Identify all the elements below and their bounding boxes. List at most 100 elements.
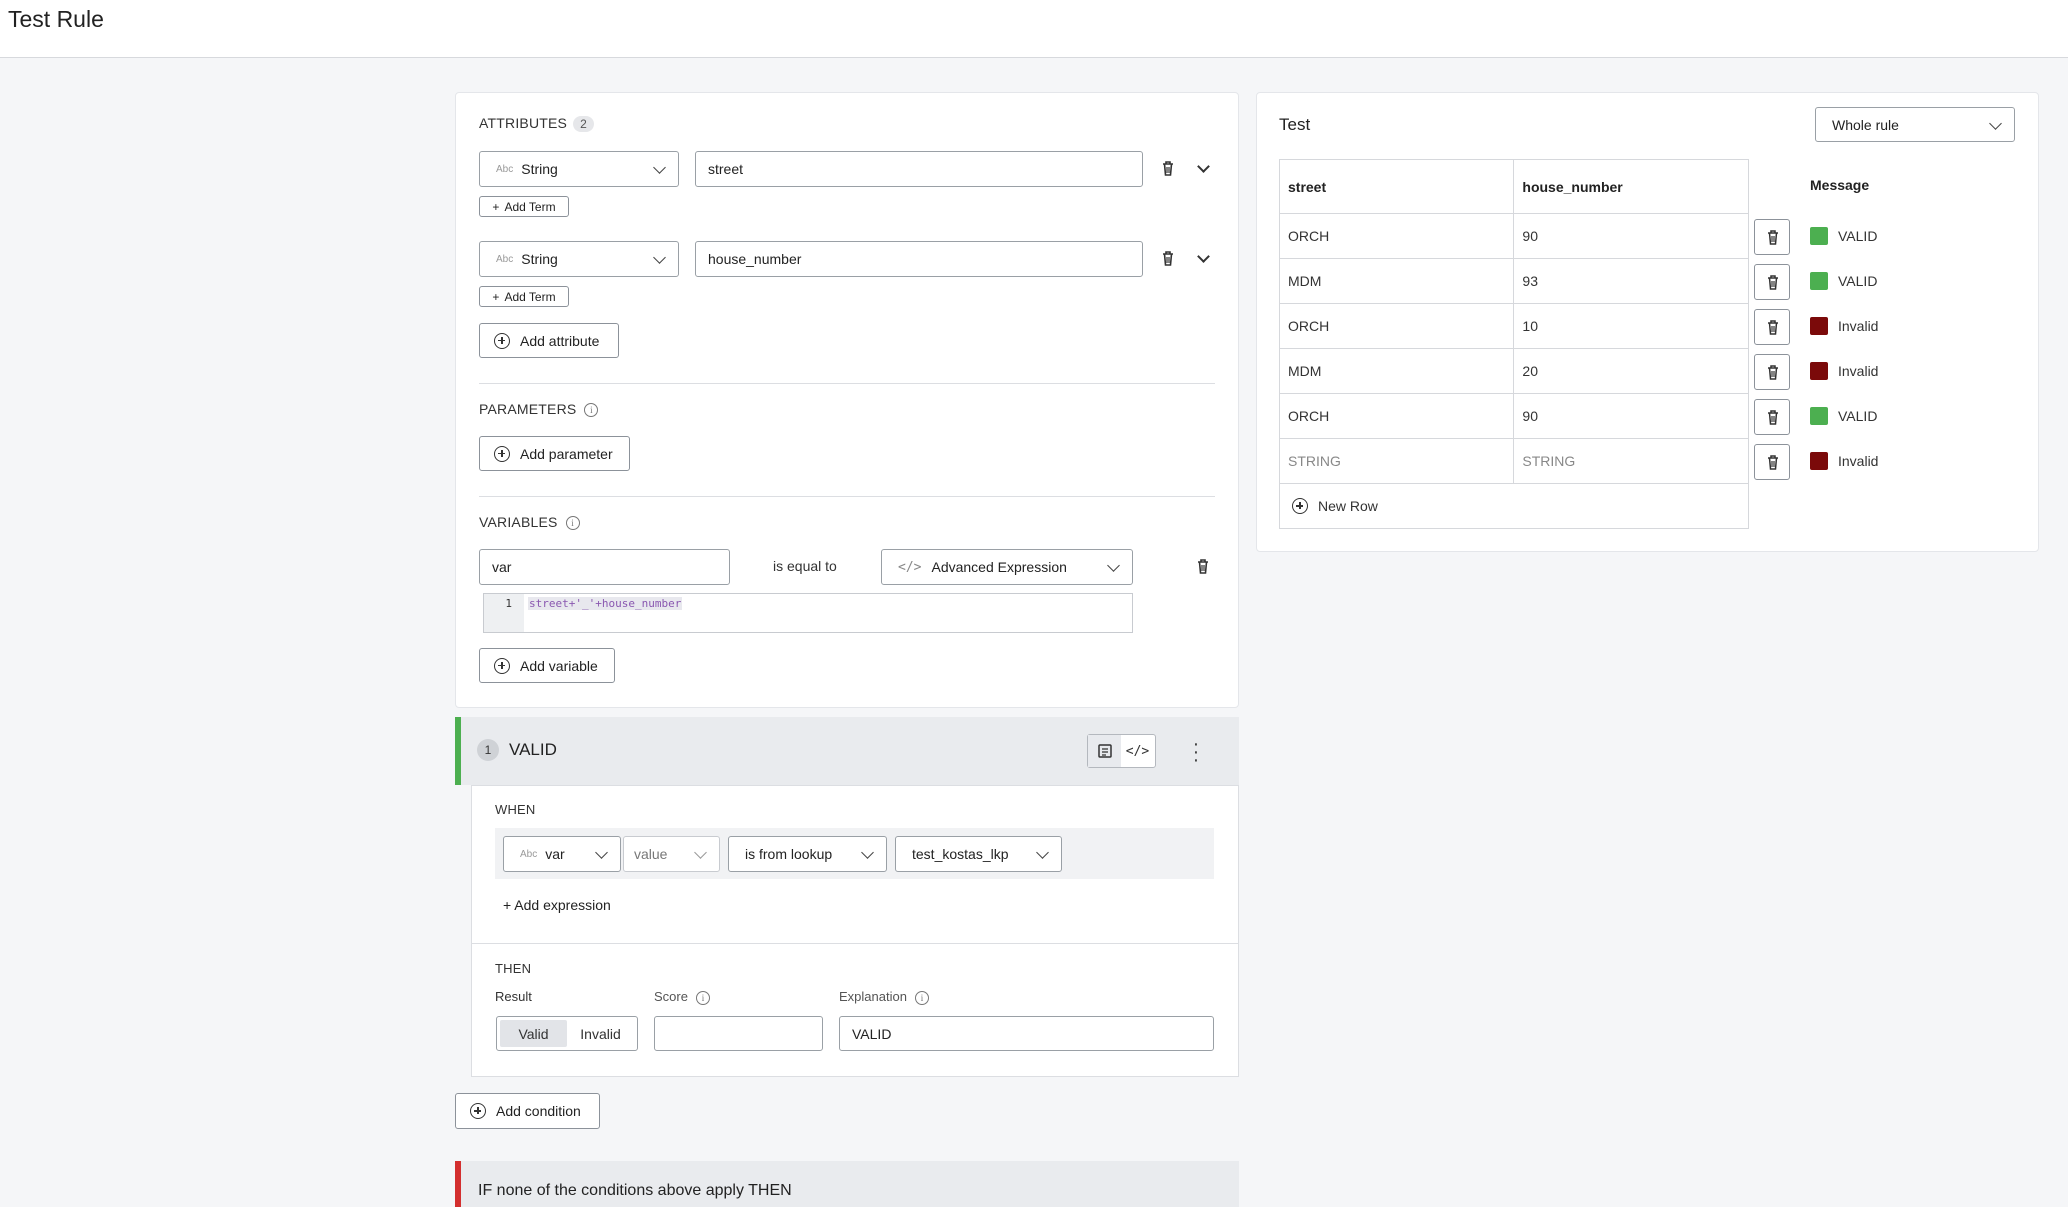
more-options-icon[interactable]: · · · [1190, 734, 1202, 770]
delete-row-button[interactable] [1754, 264, 1790, 300]
add-condition-button[interactable]: Add condition [455, 1093, 600, 1129]
condition-index-badge: 1 [477, 739, 499, 761]
status-indicator [1810, 452, 1828, 470]
add-attribute-label: Add attribute [520, 332, 600, 349]
test-result-message: Invalid [1810, 317, 1878, 335]
trash-icon [1768, 320, 1778, 335]
string-type-icon: Abc [520, 848, 538, 860]
code-gutter: 1 [484, 594, 524, 632]
chevron-down-icon [595, 846, 608, 859]
score-input[interactable] [654, 1016, 823, 1051]
info-icon[interactable]: i [695, 990, 710, 1005]
new-row-label: New Row [1318, 498, 1378, 514]
status-indicator [1810, 227, 1828, 245]
table-cell[interactable]: 90 [1513, 393, 1749, 439]
add-circle-icon [470, 1103, 486, 1119]
test-panel-title: Test [1279, 115, 1311, 134]
attribute-type-value: String [521, 161, 558, 177]
parameters-label: PARAMETERS [479, 401, 577, 417]
lookup-select[interactable]: test_kostas_lkp [895, 836, 1062, 872]
table-cell[interactable]: ORCH [1278, 213, 1515, 259]
score-label-text: Score [654, 989, 688, 1004]
attribute-type-select[interactable]: Abc String [479, 241, 679, 277]
attribute-name-input[interactable]: house_number [695, 241, 1143, 277]
table-cell[interactable]: STRING [1278, 438, 1515, 484]
form-view-icon[interactable] [1088, 735, 1121, 767]
add-term-button[interactable]: + Add Term [479, 196, 569, 217]
delete-row-button[interactable] [1754, 219, 1790, 255]
add-attribute-button[interactable]: Add attribute [479, 323, 619, 358]
attribute-type-select[interactable]: Abc String [479, 151, 679, 187]
info-icon[interactable]: i [584, 403, 599, 418]
result-toggle[interactable]: Valid Invalid [496, 1016, 638, 1051]
attributes-label: ATTRIBUTES [479, 115, 568, 131]
expression-code-editor[interactable]: 1 street+'_'+house_number [483, 593, 1133, 633]
test-scope-select[interactable]: Whole rule [1815, 107, 2015, 142]
attributes-count-badge: 2 [573, 116, 594, 132]
trash-icon[interactable] [1194, 557, 1212, 575]
explanation-label: Explanation i [839, 989, 929, 1005]
fallback-condition-header: IF none of the conditions above apply TH… [455, 1161, 1239, 1207]
table-cell[interactable]: 10 [1513, 303, 1749, 349]
message-text: VALID [1838, 228, 1878, 244]
chevron-down-icon [1036, 846, 1049, 859]
condition-operator-select[interactable]: is from lookup [728, 836, 887, 872]
add-circle-icon [494, 657, 510, 674]
delete-row-button[interactable] [1754, 309, 1790, 345]
test-scope-value: Whole rule [1832, 116, 1899, 133]
lookup-value: test_kostas_lkp [912, 846, 1009, 862]
trash-icon[interactable] [1159, 159, 1177, 177]
new-row-button[interactable]: New Row [1279, 483, 1749, 529]
trash-icon[interactable] [1159, 249, 1177, 267]
add-circle-icon [494, 332, 510, 349]
status-indicator [1810, 317, 1828, 335]
table-cell[interactable]: MDM [1278, 348, 1515, 394]
plus-icon: + [492, 289, 500, 304]
variables-heading: VARIABLES i [479, 514, 580, 531]
view-mode-toggle[interactable]: </> [1087, 734, 1156, 768]
string-type-icon: Abc [496, 163, 514, 175]
table-cell[interactable]: 90 [1513, 213, 1749, 259]
message-text: VALID [1838, 273, 1878, 289]
condition-property-value: value [634, 846, 668, 862]
expression-type-select[interactable]: </> Advanced Expression [881, 549, 1133, 585]
info-icon[interactable]: i [565, 516, 580, 531]
table-cell[interactable]: ORCH [1278, 393, 1515, 439]
trash-icon [1768, 365, 1778, 380]
result-invalid-option[interactable]: Invalid [567, 1020, 634, 1047]
variable-operator-label: is equal to [773, 558, 837, 574]
explanation-input[interactable]: VALID [839, 1016, 1214, 1051]
table-cell[interactable]: ORCH [1278, 303, 1515, 349]
add-circle-icon [494, 445, 510, 462]
table-cell[interactable]: STRING [1513, 438, 1749, 484]
test-result-message: VALID [1810, 227, 1877, 245]
code-view-icon[interactable]: </> [1121, 735, 1154, 767]
table-cell[interactable]: 93 [1513, 258, 1749, 304]
test-data-table: street house_number ORCH 90 MDM 93 ORCH 10 … [1278, 159, 1749, 529]
attribute-name-input[interactable]: street [695, 151, 1143, 187]
section-divider [479, 496, 1215, 497]
column-header-house-number: house_number [1513, 159, 1749, 214]
add-term-button[interactable]: + Add Term [479, 286, 569, 307]
delete-row-button[interactable] [1754, 399, 1790, 435]
add-variable-button[interactable]: Add variable [479, 648, 615, 683]
condition-field-select[interactable]: Abc var [503, 836, 621, 872]
variable-name-input[interactable]: var [479, 549, 730, 585]
add-parameter-button[interactable]: Add parameter [479, 436, 630, 471]
status-indicator [1810, 362, 1828, 380]
then-label: THEN [495, 961, 532, 976]
condition-property-select[interactable]: value [623, 836, 720, 872]
message-text: Invalid [1838, 363, 1879, 379]
info-icon[interactable]: i [914, 990, 929, 1005]
line-number: 1 [505, 597, 512, 610]
message-text: VALID [1838, 408, 1878, 424]
result-valid-option[interactable]: Valid [500, 1020, 567, 1047]
page-title: Test Rule [8, 6, 104, 32]
delete-row-button[interactable] [1754, 444, 1790, 480]
chevron-down-icon [694, 846, 707, 859]
delete-row-button[interactable] [1754, 354, 1790, 390]
table-cell[interactable]: 20 [1513, 348, 1749, 394]
table-cell[interactable]: MDM [1278, 258, 1515, 304]
status-indicator [1810, 407, 1828, 425]
add-expression-button[interactable]: + Add expression [503, 897, 611, 913]
